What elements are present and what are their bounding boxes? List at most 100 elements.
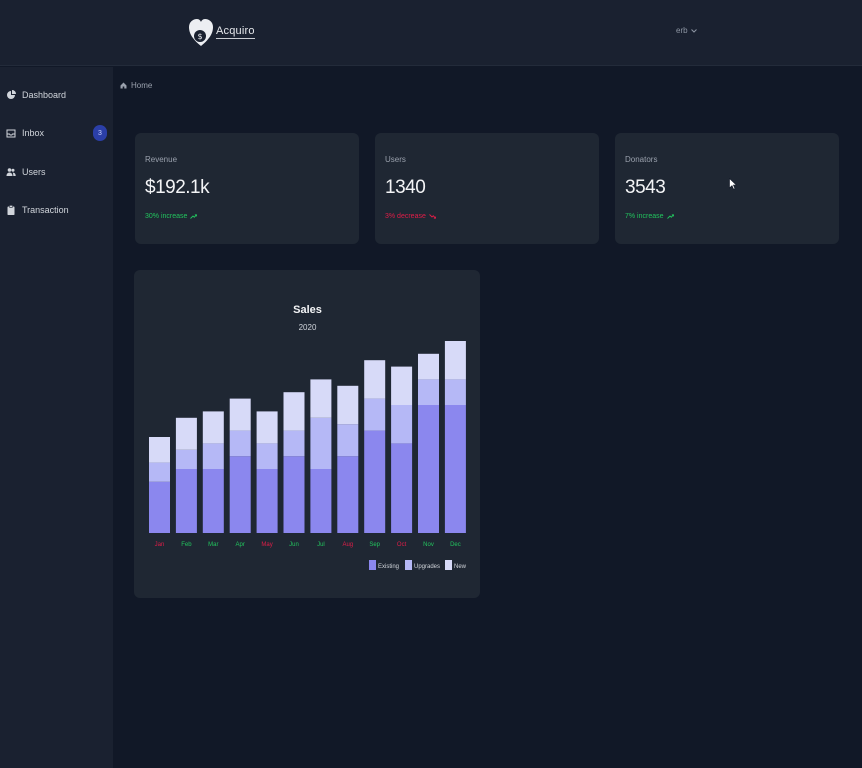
bar-existing-dec <box>444 405 466 533</box>
bar-new-jun <box>283 392 305 431</box>
sidebar-item-label: Users <box>22 167 46 177</box>
stat-value: $192.1k <box>145 177 210 198</box>
bar-existing-jun <box>283 456 305 533</box>
bar-existing-jan <box>149 481 170 533</box>
bar-new-apr <box>229 398 251 431</box>
bar-upgrades-may <box>256 443 278 469</box>
stat-label: Donators <box>625 155 658 164</box>
sales-chart-card: Sales 2020 Jan Feb Mar Apr May Jun Jul Aug Sep Oct N… <box>134 270 480 598</box>
bar-upgrades-mar <box>202 443 224 469</box>
bar-existing-apr <box>229 456 251 533</box>
legend-swatch-new <box>445 560 452 570</box>
user-menu[interactable]: erb <box>676 26 697 35</box>
sales-chart: Sales 2020 Jan Feb Mar Apr May Jun Jul Aug Sep Oct N… <box>149 304 467 570</box>
chart-subtitle: 2020 <box>299 323 317 332</box>
bar-new-may <box>256 411 278 444</box>
x-tick-label: Dec <box>450 542 461 548</box>
bar-new-oct <box>391 366 413 405</box>
sidebar-item-dashboard[interactable]: Dashboard <box>6 86 106 104</box>
chart-title: Sales <box>293 304 322 316</box>
brand-name: Acquiro <box>216 25 255 39</box>
legend-swatch-existing <box>369 560 376 570</box>
x-tick-label: Aug <box>342 542 353 548</box>
trend-down-icon <box>429 214 436 219</box>
chevron-down-icon <box>690 28 697 33</box>
sidebar-item-label: Inbox <box>22 128 45 138</box>
bar-upgrades-nov <box>418 379 439 405</box>
home-icon <box>120 82 127 89</box>
stat-card-revenue: Revenue $192.1k 30% increase <box>135 133 359 244</box>
legend-label: Existing <box>378 564 399 570</box>
bar-upgrades-jul <box>310 417 332 469</box>
bar-upgrades-aug <box>337 424 359 457</box>
users-icon <box>6 168 16 176</box>
breadcrumb-home: Home <box>131 81 153 90</box>
bar-new-sep <box>364 360 386 399</box>
stat-value: 1340 <box>385 177 426 198</box>
stat-card-users: Users 1340 3% decrease <box>375 133 599 244</box>
stat-label: Users <box>385 155 406 164</box>
user-menu-label: erb <box>676 26 688 35</box>
bar-new-aug <box>337 385 359 425</box>
bar-new-dec <box>444 341 466 380</box>
bar-new-nov <box>418 353 439 380</box>
legend-label: Upgrades <box>414 564 440 570</box>
x-tick-label: Oct <box>397 542 407 548</box>
breadcrumb[interactable]: Home <box>120 81 152 90</box>
stat-value: 3543 <box>625 177 666 198</box>
sidebar-item-inbox[interactable]: Inbox 3 <box>6 124 107 142</box>
bar-existing-aug <box>337 456 359 533</box>
bar-existing-sep <box>364 430 386 533</box>
bar-new-feb <box>175 417 197 450</box>
stat-trend: 7% increase <box>625 213 674 220</box>
bar-existing-mar <box>202 469 224 533</box>
stat-trend: 30% increase <box>145 213 198 220</box>
bar-existing-may <box>256 469 278 533</box>
stat-trend-text: 3% decrease <box>385 213 426 220</box>
bar-new-jan <box>149 437 170 463</box>
brand-logo[interactable]: $ Acquiro <box>188 16 255 50</box>
trend-up-icon <box>666 214 674 219</box>
bar-new-jul <box>310 379 332 418</box>
x-tick-label: Jul <box>317 542 325 548</box>
mouse-cursor-icon <box>729 178 737 190</box>
bar-upgrades-dec <box>444 379 466 405</box>
sidebar-item-transaction[interactable]: Transaction <box>6 201 106 219</box>
pie-chart-icon <box>7 90 16 99</box>
clipboard-icon <box>7 205 15 215</box>
bar-existing-nov <box>418 405 439 533</box>
legend-label: New <box>454 564 467 570</box>
bar-upgrades-apr <box>229 430 251 457</box>
x-tick-label: Sep <box>369 542 380 548</box>
x-tick-label: Jun <box>289 542 299 548</box>
x-tick-label: Apr <box>236 542 245 548</box>
sidebar: Dashboard Inbox 3 Users Transaction <box>0 67 113 768</box>
bar-new-mar <box>202 411 224 444</box>
stat-card-donators: Donators 3543 7% increase <box>615 133 839 244</box>
stat-trend: 3% decrease <box>385 213 436 220</box>
stat-label: Revenue <box>145 155 178 164</box>
svg-text:$: $ <box>197 32 202 41</box>
sidebar-item-label: Dashboard <box>22 90 67 100</box>
top-bar: $ Acquiro erb <box>0 0 862 66</box>
x-tick-label: Feb <box>181 542 192 548</box>
bar-upgrades-oct <box>391 405 413 444</box>
bar-upgrades-sep <box>364 398 386 431</box>
bar-existing-oct <box>391 443 413 533</box>
x-tick-label: Jan <box>155 542 165 548</box>
x-tick-label: Nov <box>423 542 434 548</box>
legend-swatch-upgrades <box>405 560 412 570</box>
bar-upgrades-jun <box>283 430 305 457</box>
bar-existing-feb <box>175 469 197 533</box>
trend-up-icon <box>190 214 198 219</box>
inbox-icon <box>6 129 16 138</box>
bar-upgrades-feb <box>175 449 197 469</box>
sidebar-item-label: Transaction <box>22 205 69 215</box>
stat-trend-text: 7% increase <box>625 213 664 220</box>
heart-coin-icon: $ <box>189 19 213 46</box>
inbox-count-badge: 3 <box>93 125 107 141</box>
x-tick-label: May <box>261 542 272 548</box>
bar-upgrades-jan <box>149 462 170 482</box>
x-tick-label: Mar <box>208 542 218 548</box>
sidebar-item-users[interactable]: Users <box>6 163 106 181</box>
